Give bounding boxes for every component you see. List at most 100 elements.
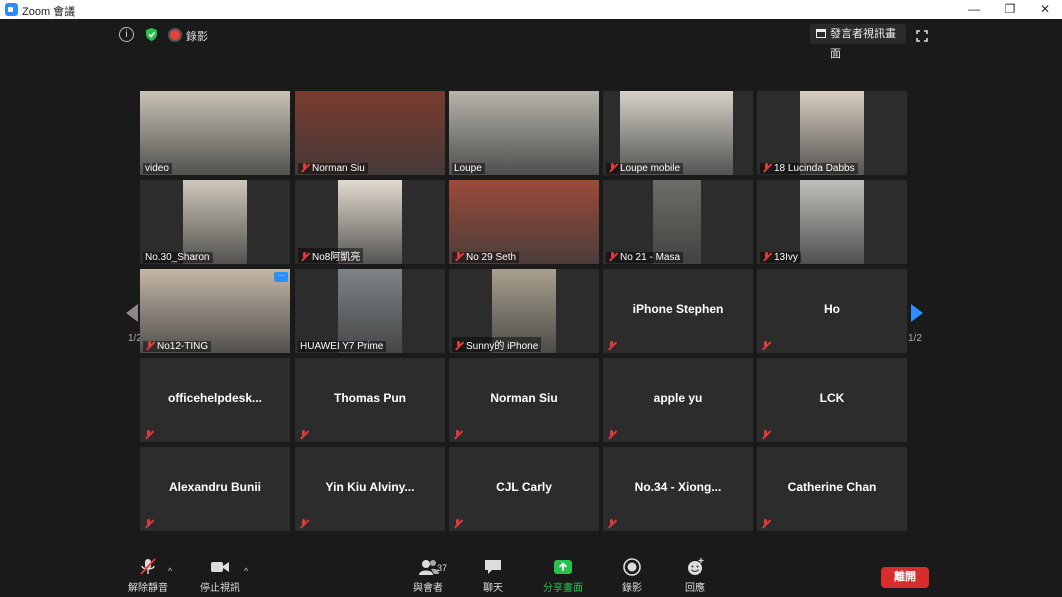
participant-tile[interactable]: 13Ivy (757, 180, 907, 264)
meeting-toolbar: 解除靜音 ^ 停止視訊 ^ 與會者 37 聊天 分享畫面 錄影 回應 離開 (0, 552, 1062, 597)
muted-mic-icon (454, 341, 463, 350)
more-options-icon[interactable]: ··· (274, 272, 288, 282)
participant-name: Alexandru Bunii (168, 480, 261, 494)
participant-name-label: No 21 - Masa (606, 252, 684, 263)
share-screen-label: 分享畫面 (543, 583, 583, 594)
unmute-label: 解除靜音 (128, 583, 168, 594)
participant-name: Loupe mobile (620, 163, 681, 174)
previous-page-arrow-icon[interactable] (126, 304, 138, 322)
participant-tile[interactable]: No.34 - Xiong... (603, 447, 753, 531)
record-button[interactable]: 錄影 (617, 558, 647, 594)
participant-tile[interactable]: Loupe mobile (603, 91, 753, 175)
participant-name: No12-TING (157, 341, 209, 352)
participant-tile[interactable]: No12-TING ··· (140, 269, 290, 353)
leave-meeting-button[interactable]: 離開 (881, 567, 929, 588)
close-button[interactable]: ✕ (1027, 0, 1062, 19)
participant-name: Sunny的 iPhone (466, 341, 539, 352)
window-title: Zoom 會議 (22, 6, 76, 18)
participant-tile[interactable]: Norman Siu (295, 91, 445, 175)
page-indicator-right: 1/2 (908, 333, 922, 344)
participant-name-label: 18 Lucinda Dabbs (760, 163, 858, 174)
audio-options-chevron-up-icon[interactable]: ^ (168, 566, 172, 576)
next-page-arrow-icon[interactable] (911, 304, 923, 322)
participant-tile[interactable]: Loupe (449, 91, 599, 175)
speaker-view-button[interactable]: 發言者視訊畫面 (810, 24, 906, 60)
participant-tile[interactable]: CJL Carly (449, 447, 599, 531)
participant-name: Yin Kiu Alviny... (325, 480, 415, 494)
participants-label: 與會者 (413, 583, 443, 594)
muted-mic-icon (144, 430, 153, 439)
stop-video-button[interactable]: 停止視訊 (198, 558, 242, 594)
participant-name: No8阿凱亮 (312, 252, 361, 263)
participant-tile[interactable]: Norman Siu (449, 358, 599, 442)
participant-tile[interactable]: Sunny的 iPhone (449, 269, 599, 353)
share-screen-button[interactable]: 分享畫面 (540, 558, 586, 594)
participant-name: 13Ivy (774, 252, 798, 263)
video-camera-icon (210, 558, 230, 576)
participant-name: Norman Siu (490, 391, 558, 405)
restore-button[interactable]: ❐ (992, 0, 1028, 19)
muted-mic-icon (144, 519, 153, 528)
muted-mic-icon (607, 430, 616, 439)
stop-video-label: 停止視訊 (200, 583, 240, 594)
recording-label: 錄影 (186, 31, 208, 43)
participant-tile[interactable]: Catherine Chan (757, 447, 907, 531)
participant-tile[interactable]: Alexandru Bunii (140, 447, 290, 531)
participant-tile[interactable]: Thomas Pun (295, 358, 445, 442)
chat-label: 聊天 (483, 583, 503, 594)
participant-tile[interactable]: officehelpdesk... (140, 358, 290, 442)
participant-name: officehelpdesk... (167, 391, 263, 405)
minimize-button[interactable]: — (956, 0, 992, 19)
title-bar: Zoom 會議 — ❐ ✕ (0, 0, 1062, 19)
muted-mic-icon (300, 252, 309, 261)
participant-name: Catherine Chan (787, 480, 877, 494)
participant-tile[interactable]: No8阿凱亮 (295, 180, 445, 264)
participant-name-label: Loupe (452, 163, 485, 174)
reactions-button[interactable]: 回應 (680, 558, 710, 594)
chat-button[interactable]: 聊天 (478, 558, 508, 594)
shield-check-icon[interactable] (144, 27, 159, 42)
participant-tile[interactable]: No 21 - Masa (603, 180, 753, 264)
participant-name-label: 13Ivy (760, 252, 801, 263)
muted-mic-icon (761, 341, 770, 350)
participant-tile[interactable]: 18 Lucinda Dabbs (757, 91, 907, 175)
participant-name-label: No 29 Seth (452, 252, 520, 263)
participant-name-label: No8阿凱亮 (298, 248, 364, 263)
info-icon[interactable]: i (119, 27, 134, 42)
muted-mic-icon (299, 519, 308, 528)
participant-name: LCK (819, 391, 845, 405)
record-label: 錄影 (622, 583, 642, 594)
meeting-top-bar: i 錄影 發言者視訊畫面 (0, 19, 1062, 60)
speaker-view-label: 發言者視訊畫面 (830, 28, 896, 60)
participant-name-label: Sunny的 iPhone (452, 337, 542, 352)
participant-name: No.30_Sharon (145, 252, 210, 263)
participant-tile[interactable]: HUAWEI Y7 Prime (295, 269, 445, 353)
participant-tile[interactable]: apple yu (603, 358, 753, 442)
muted-mic-icon (299, 430, 308, 439)
muted-mic-icon (607, 341, 616, 350)
participant-name: No.34 - Xiong... (634, 480, 722, 494)
participant-name-label: HUAWEI Y7 Prime (298, 341, 387, 352)
participant-tile[interactable]: iPhone Stephen (603, 269, 753, 353)
participant-name: CJL Carly (496, 480, 552, 494)
participant-name-label: video (143, 163, 172, 174)
muted-mic-icon (300, 163, 309, 172)
participants-count: 37 (437, 563, 448, 573)
zoom-logo-icon (5, 3, 18, 16)
participant-tile[interactable]: No 29 Seth (449, 180, 599, 264)
reactions-label: 回應 (685, 583, 705, 594)
participant-tile[interactable]: video (140, 91, 290, 175)
unmute-button[interactable]: 解除靜音 (126, 558, 170, 594)
participant-name: 18 Lucinda Dabbs (774, 163, 855, 174)
participant-tile[interactable]: LCK (757, 358, 907, 442)
participant-tile[interactable]: No.30_Sharon (140, 180, 290, 264)
participant-tile[interactable]: Yin Kiu Alviny... (295, 447, 445, 531)
emoji-reaction-icon (685, 558, 705, 576)
video-options-chevron-up-icon[interactable]: ^ (244, 566, 248, 576)
participant-name: No 29 Seth (466, 252, 517, 263)
fullscreen-icon[interactable] (916, 29, 928, 42)
muted-mic-icon (608, 163, 617, 172)
participant-tile[interactable]: Ho (757, 269, 907, 353)
participant-name: No 21 - Masa (620, 252, 681, 263)
participant-name: apple yu (653, 391, 703, 405)
